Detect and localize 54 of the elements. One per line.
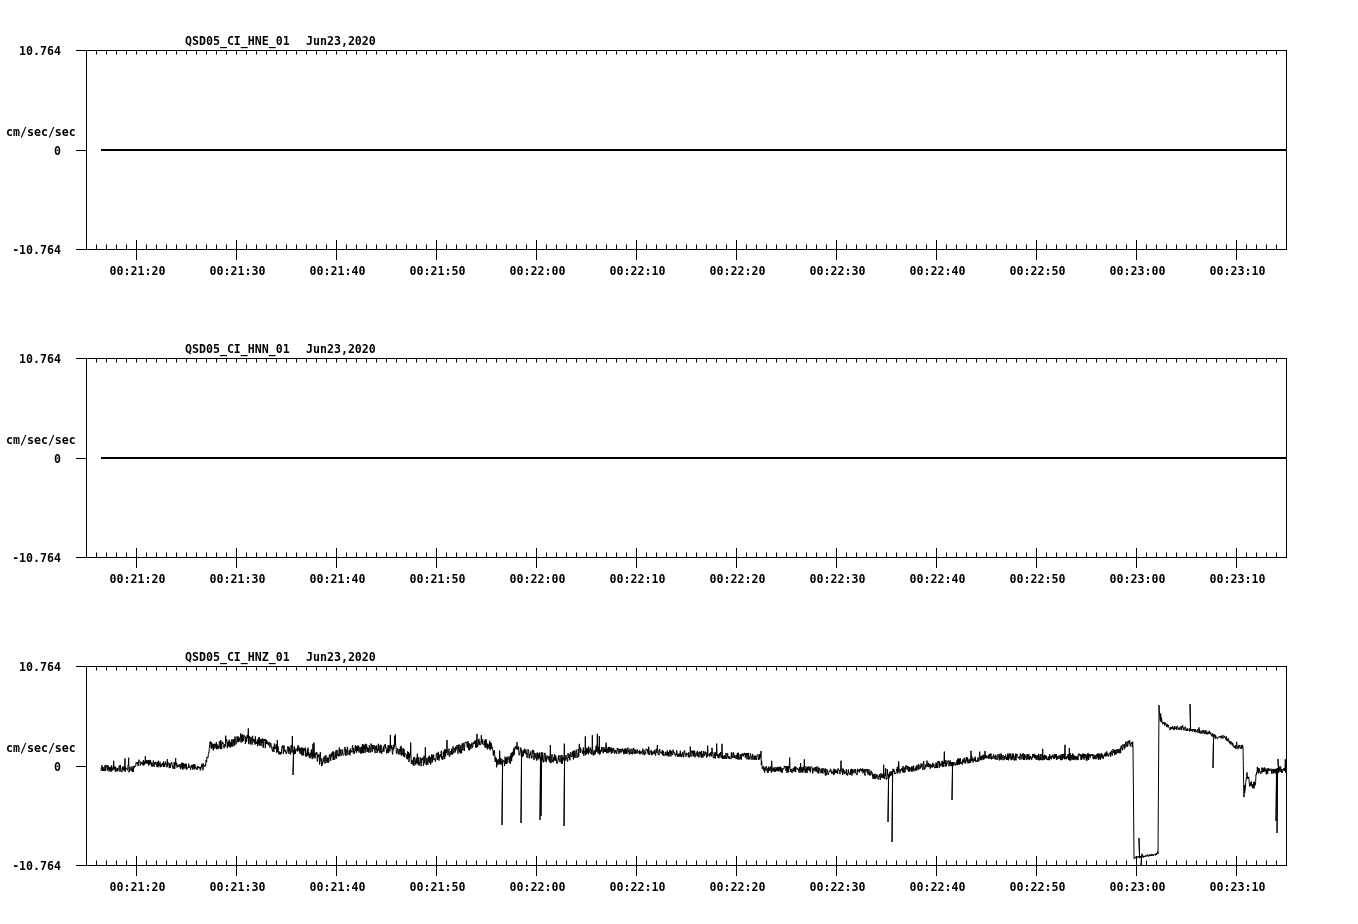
x-tick-label: 00:21:30 [209, 572, 266, 586]
x-tick-label: 00:22:30 [809, 264, 866, 278]
x-tick-label: 00:21:30 [209, 264, 266, 278]
x-tick-label: 00:21:50 [409, 264, 466, 278]
y-tick-label: -10.764 [12, 859, 61, 873]
x-tick-label: 00:22:30 [809, 880, 866, 894]
y-tick-label: 10.764 [19, 352, 61, 366]
y-tick-label: -10.764 [12, 551, 61, 565]
x-tick-label: 00:23:00 [1109, 572, 1166, 586]
date-label: Jun23,2020 [306, 650, 376, 664]
x-tick-label: 00:22:10 [609, 264, 666, 278]
x-tick-label: 00:22:10 [609, 880, 666, 894]
channel-label: QSD05_CI_HNZ_01 [185, 650, 290, 664]
x-tick-label: 00:22:30 [809, 572, 866, 586]
x-tick-label: 00:22:50 [1009, 264, 1066, 278]
x-tick-label: 00:22:20 [709, 572, 766, 586]
x-tick-label: 00:23:10 [1209, 572, 1266, 586]
x-tick-label: 00:22:00 [509, 264, 566, 278]
y-tick-label: -10.764 [12, 243, 61, 257]
x-tick-label: 00:21:20 [109, 572, 166, 586]
y-tick-label: 0 [54, 452, 61, 466]
x-tick-label: 00:22:10 [609, 572, 666, 586]
x-tick-label: 00:21:40 [309, 880, 366, 894]
date-label: Jun23,2020 [306, 342, 376, 356]
x-tick-label: 00:22:40 [909, 572, 966, 586]
y-tick-label: 0 [54, 760, 61, 774]
x-tick-label: 00:22:20 [709, 880, 766, 894]
x-tick-label: 00:21:20 [109, 880, 166, 894]
x-tick-label: 00:22:40 [909, 880, 966, 894]
x-tick-label: 00:21:50 [409, 572, 466, 586]
y-axis-label: cm/sec/sec [6, 433, 76, 447]
x-tick-label: 00:23:00 [1109, 264, 1166, 278]
x-tick-label: 00:21:30 [209, 880, 266, 894]
y-tick-label: 10.764 [19, 660, 61, 674]
x-tick-label: 00:21:20 [109, 264, 166, 278]
date-label: Jun23,2020 [306, 34, 376, 48]
y-tick-label: 10.764 [19, 44, 61, 58]
x-tick-label: 00:23:00 [1109, 880, 1166, 894]
x-tick-label: 00:22:50 [1009, 880, 1066, 894]
x-tick-label: 00:21:50 [409, 880, 466, 894]
x-tick-label: 00:22:00 [509, 572, 566, 586]
channel-label: QSD05_CI_HNN_01 [185, 342, 290, 356]
y-tick-label: 0 [54, 144, 61, 158]
x-tick-label: 00:22:00 [509, 880, 566, 894]
y-axis-label: cm/sec/sec [6, 741, 76, 755]
x-tick-label: 00:23:10 [1209, 880, 1266, 894]
x-tick-label: 00:22:40 [909, 264, 966, 278]
x-tick-label: 00:21:40 [309, 264, 366, 278]
channel-label: QSD05_CI_HNE_01 [185, 34, 290, 48]
x-tick-label: 00:22:50 [1009, 572, 1066, 586]
x-tick-label: 00:22:20 [709, 264, 766, 278]
y-axis-label: cm/sec/sec [6, 125, 76, 139]
x-tick-label: 00:23:10 [1209, 264, 1266, 278]
x-tick-label: 00:21:40 [309, 572, 366, 586]
